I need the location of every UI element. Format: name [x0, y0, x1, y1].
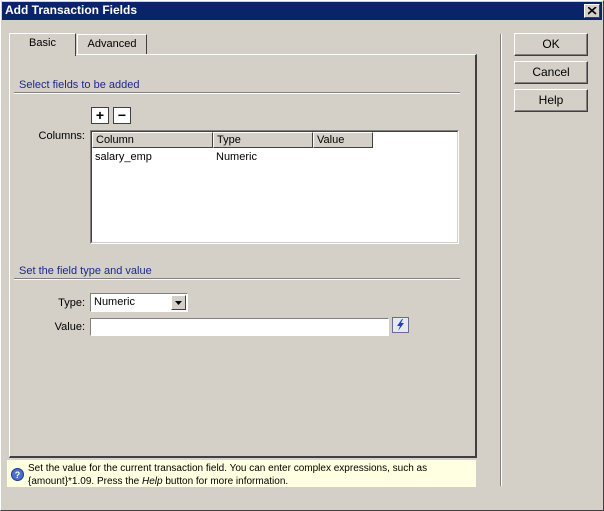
- ok-button[interactable]: OK: [514, 33, 588, 56]
- chevron-down-icon: [175, 301, 182, 305]
- columns-table[interactable]: Column Type Value salary_emp Numeric: [90, 130, 459, 244]
- add-field-button[interactable]: +: [91, 107, 109, 124]
- table-cell-type[interactable]: Numeric: [213, 150, 257, 164]
- remove-field-button[interactable]: −: [113, 107, 131, 124]
- close-button[interactable]: [584, 4, 600, 18]
- tab-basic[interactable]: Basic: [9, 33, 76, 56]
- column-header-value[interactable]: Value: [313, 132, 373, 148]
- value-field[interactable]: [90, 318, 389, 336]
- help-text-end: button for more information.: [162, 476, 289, 487]
- help-text-emphasis: Help: [141, 476, 163, 487]
- help-text: Set the value for the current transactio…: [28, 462, 468, 488]
- type-select-value: Numeric: [94, 296, 135, 308]
- section-divider: [14, 92, 460, 94]
- columns-label: Columns:: [38, 130, 85, 142]
- section-header-fields: Select fields to be added: [19, 79, 140, 91]
- section-divider: [14, 278, 460, 280]
- table-cell-value[interactable]: [313, 150, 316, 164]
- question-mark-icon: ?: [11, 468, 24, 481]
- tab-advanced[interactable]: Advanced: [77, 34, 147, 54]
- section-header-type-value: Set the field type and value: [19, 265, 152, 277]
- window-title: Add Transaction Fields: [5, 3, 138, 17]
- lightning-bolt-icon: [392, 317, 409, 333]
- type-select[interactable]: Numeric: [90, 293, 188, 312]
- column-header-type[interactable]: Type: [213, 132, 313, 148]
- vertical-separator: [500, 34, 502, 486]
- value-label: Value:: [54, 321, 85, 333]
- tab-panel-basic: [9, 54, 477, 458]
- close-icon: [588, 7, 597, 15]
- column-header-column[interactable]: Column: [92, 132, 213, 148]
- type-label: Type:: [58, 297, 85, 309]
- cancel-button[interactable]: Cancel: [514, 61, 588, 84]
- help-button[interactable]: Help: [514, 89, 588, 112]
- dropdown-button[interactable]: [171, 295, 186, 310]
- dynamic-data-button[interactable]: [392, 317, 409, 333]
- table-cell-column[interactable]: salary_emp: [92, 150, 152, 164]
